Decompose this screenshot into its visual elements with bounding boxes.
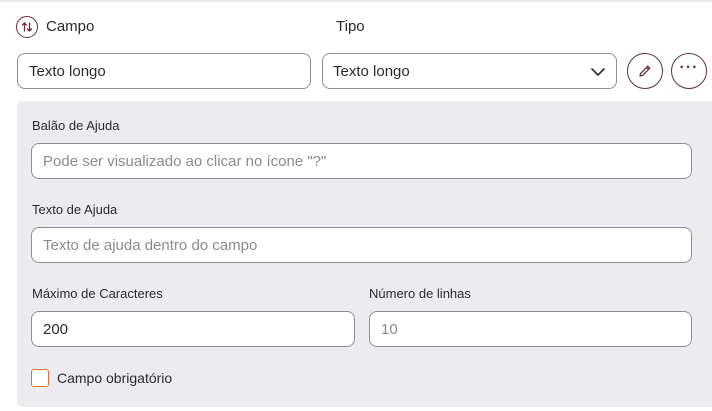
line-count-input[interactable]	[369, 311, 692, 347]
required-checkbox[interactable]	[31, 369, 49, 387]
help-text-label: Texto de Ajuda	[32, 202, 118, 217]
campo-label: Campo	[46, 18, 95, 35]
max-chars-input[interactable]	[31, 311, 355, 347]
help-balloon-label: Balão de Ajuda	[32, 118, 120, 133]
chevron-down-icon	[591, 68, 605, 76]
tipo-label: Tipo	[336, 18, 365, 35]
tipo-selected-value: Texto longo	[333, 62, 410, 80]
more-options-button[interactable]: ···	[671, 53, 707, 89]
field-header: Campo Tipo	[16, 16, 706, 40]
help-balloon-input[interactable]	[31, 143, 692, 179]
tipo-select[interactable]: Texto longo	[322, 53, 617, 89]
ellipsis-icon: ···	[679, 59, 699, 76]
help-text-input[interactable]	[31, 227, 692, 263]
sort-arrows-icon[interactable]	[16, 16, 38, 38]
pencil-icon	[639, 65, 651, 77]
edit-button[interactable]	[627, 53, 663, 89]
sort-arrows-glyph	[21, 22, 33, 32]
top-divider	[0, 0, 712, 2]
max-chars-label: Máximo de Caracteres	[32, 286, 163, 301]
line-count-label: Número de linhas	[369, 286, 471, 301]
campo-input[interactable]	[17, 53, 311, 89]
required-checkbox-label[interactable]: Campo obrigatório	[57, 370, 172, 386]
